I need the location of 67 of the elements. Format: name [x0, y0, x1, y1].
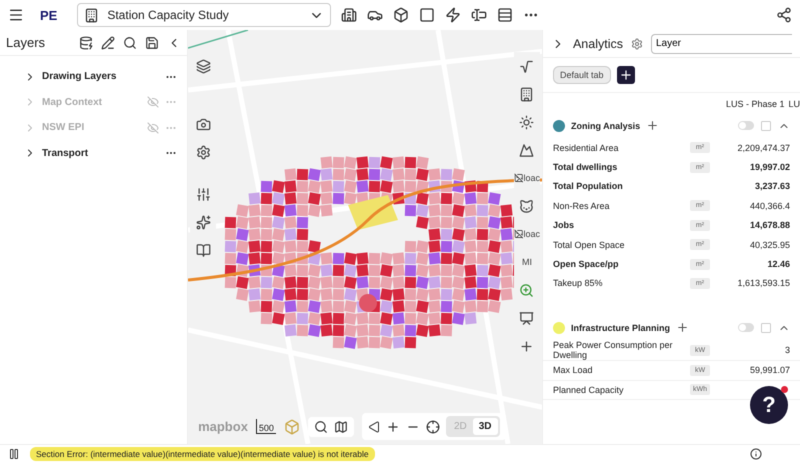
column-header: LUS - Phase 1: [726, 99, 784, 109]
share-icon[interactable]: [776, 7, 792, 23]
building-icon[interactable]: [341, 7, 358, 23]
section-title: Zoning Analysis: [570, 120, 640, 130]
row-value: 59,991.07: [748, 365, 790, 376]
section-title: Infrastructure Planning: [570, 322, 670, 333]
toggle-switch[interactable]: [738, 121, 754, 130]
row-value: 2,209,474.37: [736, 142, 790, 153]
panel-title: Analytics: [572, 36, 623, 50]
row-label: Max Load: [552, 365, 594, 376]
notification-dot: [781, 386, 788, 393]
building-icon: [84, 8, 100, 22]
map-icon[interactable]: [334, 420, 348, 434]
column-header: LU: [788, 99, 800, 109]
save-icon[interactable]: [145, 36, 160, 50]
layer-item[interactable]: Drawing Layers: [0, 64, 188, 90]
row-value: 3: [784, 345, 790, 356]
plus-icon[interactable]: [676, 321, 689, 334]
add-data-icon[interactable]: [79, 36, 94, 50]
info-icon[interactable]: [750, 448, 762, 460]
row-label: Total Open Space: [552, 240, 626, 250]
row-value: 19,997.02: [748, 162, 790, 172]
mapbox-logo: mapbox: [198, 419, 248, 434]
add-tab-button[interactable]: [616, 66, 634, 84]
row-label: Planned Capacity: [552, 384, 625, 395]
menu-icon[interactable]: [8, 7, 24, 23]
view-mode-tab[interactable]: 3D: [472, 418, 498, 435]
broken-image[interactable]: loac: [514, 220, 540, 248]
row-label: Non-Res Area: [552, 200, 610, 211]
row-value: 12.46: [766, 259, 790, 270]
app-logo: PE: [40, 8, 58, 22]
square-icon[interactable]: [419, 7, 436, 23]
row-value: 1,613,593.15: [736, 278, 790, 288]
lightning-icon[interactable]: [445, 7, 462, 23]
row-value: 440,366.4: [748, 200, 790, 211]
row-label: Open Space/pp: [552, 259, 620, 270]
scale-bar: 500: [256, 419, 276, 434]
row-value: 14,678.88: [748, 220, 790, 230]
toggle-switch[interactable]: [738, 323, 754, 332]
edit-icon[interactable]: [101, 36, 116, 50]
plus-icon: [618, 68, 632, 82]
rows-icon[interactable]: [497, 7, 514, 23]
search-icon[interactable]: [123, 36, 138, 50]
row-label: Total Population: [552, 181, 624, 192]
locate-icon[interactable]: [426, 420, 440, 434]
panel-title: Layers: [6, 35, 46, 50]
layer-item[interactable]: Transport: [0, 140, 188, 166]
text-icon[interactable]: [471, 7, 488, 23]
plus-icon[interactable]: [646, 119, 660, 132]
box-icon[interactable]: [393, 7, 410, 23]
row-label: Total dwellings: [552, 162, 618, 172]
settings-icon[interactable]: [631, 38, 643, 50]
compass-icon[interactable]: [368, 420, 380, 432]
layer-field[interactable]: Layer: [651, 34, 792, 54]
row-label: Residential Area: [552, 142, 620, 153]
row-value: 40,325.95: [748, 240, 790, 250]
pause-icon[interactable]: [8, 448, 20, 460]
tab[interactable]: Default tab: [552, 66, 610, 84]
error-message: Section Error: (intermediate value)(intermediate value)(intermediate value) is not iterable: [30, 446, 375, 460]
row-label: Peak Power Consumption per Dwelling: [552, 340, 674, 360]
search-icon[interactable]: [314, 420, 328, 434]
help-button[interactable]: ?: [750, 386, 788, 424]
row-label: Takeup 85%: [552, 278, 604, 288]
row-label: Jobs: [552, 220, 575, 230]
zoom-in-icon[interactable]: [386, 420, 400, 434]
project-select[interactable]: Station Capacity Study: [77, 3, 332, 27]
row-value: 3,237.63: [754, 181, 790, 192]
